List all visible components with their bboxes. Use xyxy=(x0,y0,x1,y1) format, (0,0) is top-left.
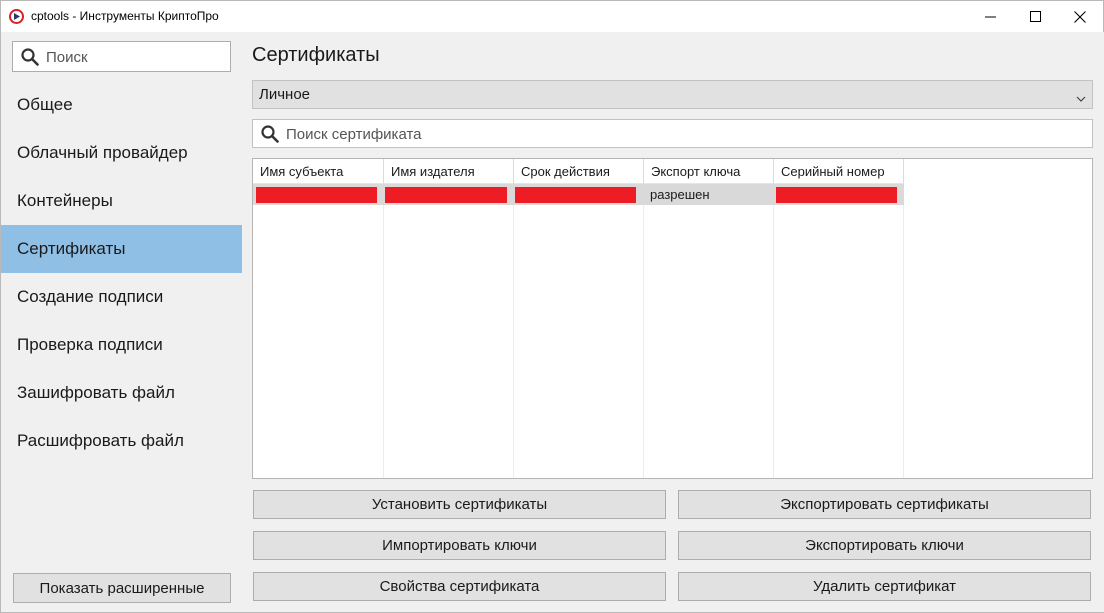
export-keys-button[interactable]: Экспортировать ключи xyxy=(678,531,1091,560)
column-divider xyxy=(383,159,384,478)
certificate-search-input[interactable] xyxy=(286,124,1076,144)
sidebar-item-encrypt-file[interactable]: Зашифровать файл xyxy=(1,369,242,417)
redacted-subject xyxy=(256,187,377,203)
column-divider xyxy=(903,159,904,478)
maximize-icon xyxy=(1029,11,1041,22)
table-row[interactable]: разрешен xyxy=(253,184,904,205)
maximize-button[interactable] xyxy=(1012,1,1058,32)
export-certificates-button[interactable]: Экспортировать сертификаты xyxy=(678,490,1091,519)
column-divider xyxy=(513,159,514,478)
certificates-table: Имя субъекта Имя издателя Срок действия … xyxy=(252,158,1093,479)
sidebar-item-general[interactable]: Общее xyxy=(1,81,242,129)
app-window: cptools - Инструменты КриптоПро Общее Об… xyxy=(0,0,1104,613)
column-header-key-export[interactable]: Экспорт ключа xyxy=(644,159,774,184)
sidebar-item-certificates[interactable]: Сертификаты xyxy=(1,225,242,273)
store-select-value: Личное xyxy=(259,86,311,103)
close-button[interactable] xyxy=(1057,1,1103,32)
certificate-search-box[interactable] xyxy=(252,119,1093,148)
sidebar-item-create-signature[interactable]: Создание подписи xyxy=(1,273,242,321)
redacted-serial xyxy=(776,187,897,203)
column-header-validity[interactable]: Срок действия xyxy=(514,159,644,184)
search-icon xyxy=(261,125,279,148)
show-advanced-button[interactable]: Показать расширенные xyxy=(13,573,231,603)
title-bar: cptools - Инструменты КриптоПро xyxy=(1,1,1103,32)
sidebar-search-input[interactable] xyxy=(46,46,226,68)
certificate-store-select[interactable]: Личное xyxy=(252,80,1093,109)
cryptopro-logo-icon xyxy=(9,9,24,24)
sidebar-item-cloud-provider[interactable]: Облачный провайдер xyxy=(1,129,242,177)
delete-certificate-button[interactable]: Удалить сертификат xyxy=(678,572,1091,601)
import-keys-button[interactable]: Импортировать ключи xyxy=(253,531,666,560)
column-header-subject[interactable]: Имя субъекта xyxy=(253,159,384,184)
sidebar-item-decrypt-file[interactable]: Расшифровать файл xyxy=(1,417,242,465)
window-title: cptools - Инструменты КриптоПро xyxy=(31,9,219,23)
certificate-properties-button[interactable]: Свойства сертификата xyxy=(253,572,666,601)
minimize-icon xyxy=(984,16,996,18)
sidebar-search-box[interactable] xyxy=(12,41,231,72)
key-export-cell: разрешен xyxy=(650,187,710,202)
minimize-button[interactable] xyxy=(967,1,1013,32)
sidebar: Общее Облачный провайдер Контейнеры Серт… xyxy=(1,32,242,612)
install-certificates-button[interactable]: Установить сертификаты xyxy=(253,490,666,519)
close-icon xyxy=(1074,10,1086,23)
sidebar-item-containers[interactable]: Контейнеры xyxy=(1,177,242,225)
column-divider xyxy=(643,159,644,478)
certificates-panel: Сертификаты Личное Имя субъекта Имя изда… xyxy=(242,32,1104,612)
search-icon xyxy=(21,48,39,71)
column-header-serial[interactable]: Серийный номер xyxy=(774,159,904,184)
sidebar-item-verify-signature[interactable]: Проверка подписи xyxy=(1,321,242,369)
column-divider xyxy=(773,159,774,478)
chevron-down-icon xyxy=(1076,90,1086,107)
redacted-issuer xyxy=(385,187,507,203)
redacted-validity xyxy=(515,187,636,203)
column-header-issuer[interactable]: Имя издателя xyxy=(384,159,514,184)
page-title: Сертификаты xyxy=(252,44,380,66)
